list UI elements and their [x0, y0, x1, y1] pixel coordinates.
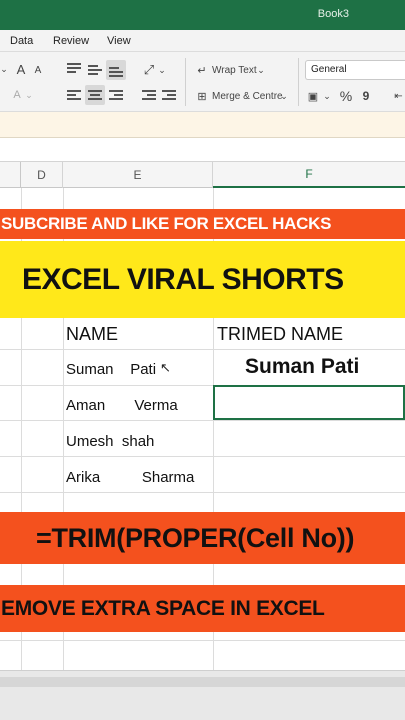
ribbon-divider — [298, 58, 299, 106]
trimmed-name-cell[interactable]: Suman Pati — [245, 355, 359, 379]
increase-font-size-button[interactable]: A — [14, 61, 28, 77]
sheet-bottom-bar — [0, 670, 405, 720]
align-bottom-icon — [109, 67, 123, 79]
grid-line — [0, 349, 405, 350]
ribbon-toolbar: ⌄ A A A ⌄ ⤢ ⌄ ↵ Wrap Text ⌄ ⊞ Merge & Ce… — [0, 52, 405, 112]
chevron-down-icon[interactable]: ⌄ — [157, 62, 167, 78]
tab-review[interactable]: Review — [53, 35, 89, 47]
name-cell[interactable]: Aman Verma — [66, 397, 178, 414]
merge-centre-button[interactable]: Merge & Centre — [212, 88, 283, 104]
font-color-button[interactable]: A — [10, 87, 24, 103]
align-top-icon[interactable] — [67, 63, 81, 75]
title-banner-text: EXCEL VIRAL SHORTS — [22, 262, 344, 296]
name-cell[interactable]: Suman Pati — [66, 361, 156, 378]
decrease-indent-icon[interactable] — [142, 90, 156, 102]
formula-bar-gap — [0, 138, 405, 162]
formula-banner: =TRIM(PROPER(Cell No)) — [0, 512, 405, 564]
percent-button[interactable]: % — [338, 87, 354, 105]
number-format-select[interactable]: General — [305, 60, 405, 80]
title-bar: Book3 — [0, 0, 405, 30]
increase-decimal-icon[interactable]: ⇤ — [392, 87, 405, 105]
formula-banner-text: =TRIM(PROPER(Cell No)) — [36, 522, 355, 553]
column-headers: D E F — [0, 162, 405, 188]
remove-space-banner: EMOVE EXTRA SPACE IN EXCEL — [0, 585, 405, 632]
chevron-down-icon[interactable]: ⌄ — [256, 62, 266, 78]
formula-bar[interactable] — [0, 112, 405, 138]
align-right-icon[interactable] — [109, 90, 123, 102]
tab-data[interactable]: Data — [10, 35, 33, 47]
chevron-down-icon[interactable]: ⌄ — [279, 88, 289, 104]
align-center-icon — [88, 90, 102, 102]
title-banner: EXCEL VIRAL SHORTS — [0, 241, 405, 318]
wrap-text-button[interactable]: Wrap Text — [212, 62, 257, 78]
grid-line — [0, 420, 405, 421]
orientation-icon[interactable]: ⤢ — [141, 62, 157, 78]
wrap-text-icon: ↵ — [197, 64, 207, 77]
header-name-cell[interactable]: NAME — [66, 324, 118, 345]
subscribe-banner-text: SUBCRIBE AND LIKE FOR EXCEL HACKS — [1, 214, 332, 233]
currency-icon[interactable]: ▣ — [306, 88, 320, 104]
workbook-title: Book3 — [317, 8, 349, 20]
header-trimmed-cell[interactable]: TRIMED NAME — [217, 324, 343, 345]
dropdown-chevron-icon[interactable]: ⌄ — [0, 62, 8, 76]
merge-icon: ⊞ — [197, 90, 207, 103]
subscribe-banner: SUBCRIBE AND LIKE FOR EXCEL HACKS — [0, 209, 405, 239]
column-header-e[interactable]: E — [63, 162, 213, 188]
align-middle-icon[interactable] — [88, 65, 102, 77]
name-cell[interactable]: Arika Sharma — [66, 469, 194, 486]
select-all-corner[interactable] — [0, 162, 21, 188]
chevron-down-icon[interactable]: ⌄ — [322, 88, 332, 104]
active-cell-selection[interactable] — [213, 385, 405, 420]
decrease-font-size-button[interactable]: A — [32, 63, 44, 77]
grid-line — [0, 456, 405, 457]
horizontal-scrollbar[interactable] — [0, 677, 405, 687]
column-header-d[interactable]: D — [21, 162, 63, 188]
increase-indent-icon[interactable] — [162, 90, 176, 102]
chevron-down-icon[interactable]: ⌄ — [24, 87, 34, 103]
ribbon-divider — [185, 58, 186, 106]
mouse-cursor-icon: ↖ — [160, 360, 171, 375]
comma-style-button[interactable]: 9 — [360, 87, 372, 105]
remove-space-banner-text: EMOVE EXTRA SPACE IN EXCEL — [1, 596, 325, 620]
number-format-value: General — [311, 64, 347, 75]
grid-line — [0, 492, 405, 493]
ribbon-tabs: Data Review View — [0, 30, 405, 52]
tab-view[interactable]: View — [107, 35, 131, 47]
grid-line — [0, 640, 405, 641]
column-header-f[interactable]: F — [213, 162, 405, 188]
name-cell[interactable]: Umesh shah — [66, 433, 154, 450]
align-left-icon[interactable] — [67, 90, 81, 102]
